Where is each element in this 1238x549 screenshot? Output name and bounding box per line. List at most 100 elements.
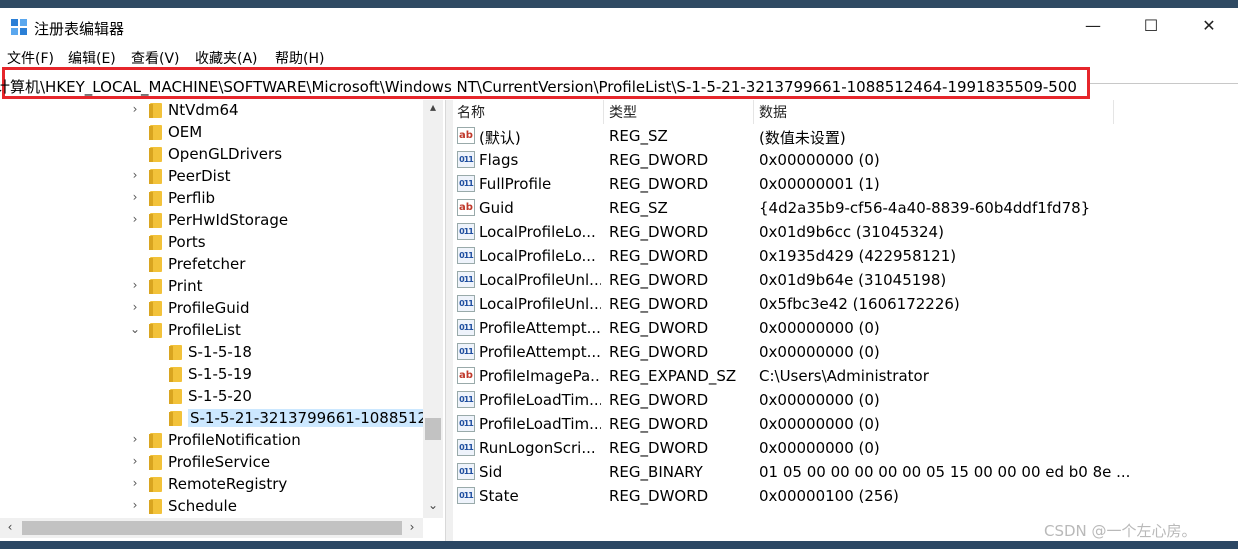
tree-item[interactable]: › Schedule [0,496,440,518]
value-row[interactable]: 011 Flags REG_DWORD 0x00000000 (0) [453,148,1238,172]
tree-vertical-scrollbar[interactable]: ▴ ⌄ [423,100,443,518]
tree-item-label: ProfileGuid [168,299,250,317]
tree-item[interactable]: Ports [0,232,440,254]
column-header-data[interactable]: 数据 [759,102,787,124]
value-data: 01 05 00 00 00 00 00 05 15 00 00 00 ed b… [759,463,1131,481]
tree-item-label: Schedule [168,497,237,515]
folder-icon [149,433,162,448]
watermark: CSDN @一个左心房。 [1044,522,1197,540]
binary-value-icon: 011 [457,151,475,168]
value-name: LocalProfileLo... [479,223,596,241]
chevron-right-icon[interactable]: › [128,476,142,490]
value-data: 0x00000100 (256) [759,487,899,505]
string-value-icon: ab [457,199,475,216]
chevron-right-icon[interactable]: › [128,168,142,182]
value-row[interactable]: 011 ProfileAttempt... REG_DWORD 0x00000000 … [453,340,1238,364]
tree-item[interactable]: Prefetcher [0,254,440,276]
tree-item[interactable]: OEM [0,122,440,144]
scroll-thumb[interactable] [425,418,441,440]
column-separator[interactable] [1113,100,1114,124]
tree-item-label: OpenGLDrivers [168,145,283,163]
tree-item[interactable]: S-1-5-20 [0,386,440,408]
value-row[interactable]: 011 ProfileLoadTim... REG_DWORD 0x00000000 … [453,412,1238,436]
chevron-down-icon[interactable]: ⌄ [128,322,142,336]
chevron-right-icon[interactable]: › [128,190,142,204]
tree-horizontal-scrollbar[interactable]: ‹ › [0,518,423,538]
tree-item[interactable]: › Perflib [0,188,440,210]
value-row[interactable]: 011 FullProfile REG_DWORD 0x00000001 (1) [453,172,1238,196]
column-separator[interactable] [753,100,754,124]
chevron-right-icon[interactable]: › [128,102,142,116]
tree-item[interactable]: ⌄ ProfileList [0,320,440,342]
tree-item[interactable]: › RemoteRegistry [0,474,440,496]
value-row[interactable]: 011 LocalProfileUnl... REG_DWORD 0x01d9b64e… [453,268,1238,292]
tree-item[interactable]: › PeerDist [0,166,440,188]
close-button[interactable]: ✕ [1180,8,1238,44]
value-type: REG_DWORD [609,151,709,169]
binary-value-icon: 011 [457,439,475,456]
tree-item[interactable]: › ProfileGuid [0,298,440,320]
tree-item[interactable]: › ProfileService [0,452,440,474]
value-row[interactable]: ab Guid REG_SZ {4d2a35b9-cf56-4a40-8839-60b… [453,196,1238,220]
value-row[interactable]: 011 State REG_DWORD 0x00000100 (256) [453,484,1238,508]
value-data: (数值未设置) [759,129,846,147]
tree-item[interactable]: › ProfileNotification [0,430,440,452]
menu-view[interactable]: 查看(V) [131,48,180,68]
tree-item-label: Prefetcher [168,255,246,273]
menu-file[interactable]: 文件(F) [7,48,54,68]
scroll-down-icon[interactable]: ⌄ [423,498,443,512]
tree-item[interactable]: › Print [0,276,440,298]
value-row[interactable]: 011 LocalProfileLo... REG_DWORD 0x1935d429 … [453,244,1238,268]
column-separator[interactable] [603,100,604,124]
tree-item-label: Ports [168,233,206,251]
value-type: REG_BINARY [609,463,703,481]
chevron-right-icon[interactable]: › [128,432,142,446]
chevron-right-icon[interactable]: › [128,498,142,512]
value-type: REG_DWORD [609,271,709,289]
value-name: FullProfile [479,175,552,193]
value-name: State [479,487,519,505]
chevron-right-icon[interactable]: › [128,278,142,292]
folder-icon [149,103,162,118]
tree-item[interactable]: S-1-5-18 [0,342,440,364]
column-header-name[interactable]: 名称 [457,102,485,124]
desktop-strip-top [0,0,1238,8]
tree-item[interactable]: S-1-5-19 [0,364,440,386]
value-row[interactable]: 011 LocalProfileLo... REG_DWORD 0x01d9b6cc … [453,220,1238,244]
scroll-thumb-horizontal[interactable] [22,521,402,535]
value-name: RunLogonScri... [479,439,596,457]
menu-help[interactable]: 帮助(H) [275,48,324,68]
value-name: ProfileLoadTim... [479,391,601,409]
value-row[interactable]: 011 ProfileLoadTim... REG_DWORD 0x00000000 … [453,388,1238,412]
chevron-right-icon[interactable]: › [128,454,142,468]
value-row[interactable]: 011 RunLogonScri... REG_DWORD 0x00000000 (0… [453,436,1238,460]
value-data: 0x1935d429 (422958121) [759,247,957,265]
tree-item[interactable]: OpenGLDrivers [0,144,440,166]
chevron-right-icon[interactable]: › [128,212,142,226]
menu-edit[interactable]: 编辑(E) [68,48,116,68]
scroll-up-icon[interactable]: ▴ [423,100,443,114]
value-row[interactable]: ab (默认) REG_SZ (数值未设置) [453,124,1238,148]
column-header-type[interactable]: 类型 [609,102,637,124]
binary-value-icon: 011 [457,295,475,312]
tree-item[interactable]: › PerHwIdStorage [0,210,440,232]
tree-item[interactable]: S-1-5-21-3213799661-10885124 [0,408,441,430]
folder-icon [169,345,182,360]
tree-item-label: PeerDist [168,167,231,185]
scroll-left-icon[interactable]: ‹ [0,520,20,534]
scroll-right-icon[interactable]: › [402,520,422,534]
minimize-button[interactable]: — [1064,8,1122,44]
binary-value-icon: 011 [457,391,475,408]
value-data: 0x01d9b64e (31045198) [759,271,947,289]
tree-item[interactable]: › NtVdm64 [0,100,440,122]
value-row[interactable]: 011 LocalProfileUnl... REG_DWORD 0x5fbc3e42… [453,292,1238,316]
menu-favorites[interactable]: 收藏夹(A) [195,48,258,68]
chevron-right-icon[interactable]: › [128,300,142,314]
maximize-button[interactable]: ☐ [1122,8,1180,44]
value-row[interactable]: ab ProfileImagePa... REG_EXPAND_SZ C:\Users… [453,364,1238,388]
address-bar[interactable]: 计算机\HKEY_LOCAL_MACHINE\SOFTWARE\Microsof… [0,67,1090,99]
value-row[interactable]: 011 ProfileAttempt... REG_DWORD 0x00000000 … [453,316,1238,340]
value-row[interactable]: 011 Sid REG_BINARY 01 05 00 00 00 00 00 05 … [453,460,1238,484]
tree-item-label: RemoteRegistry [168,475,288,493]
tree-item-label: PerHwIdStorage [168,211,289,229]
